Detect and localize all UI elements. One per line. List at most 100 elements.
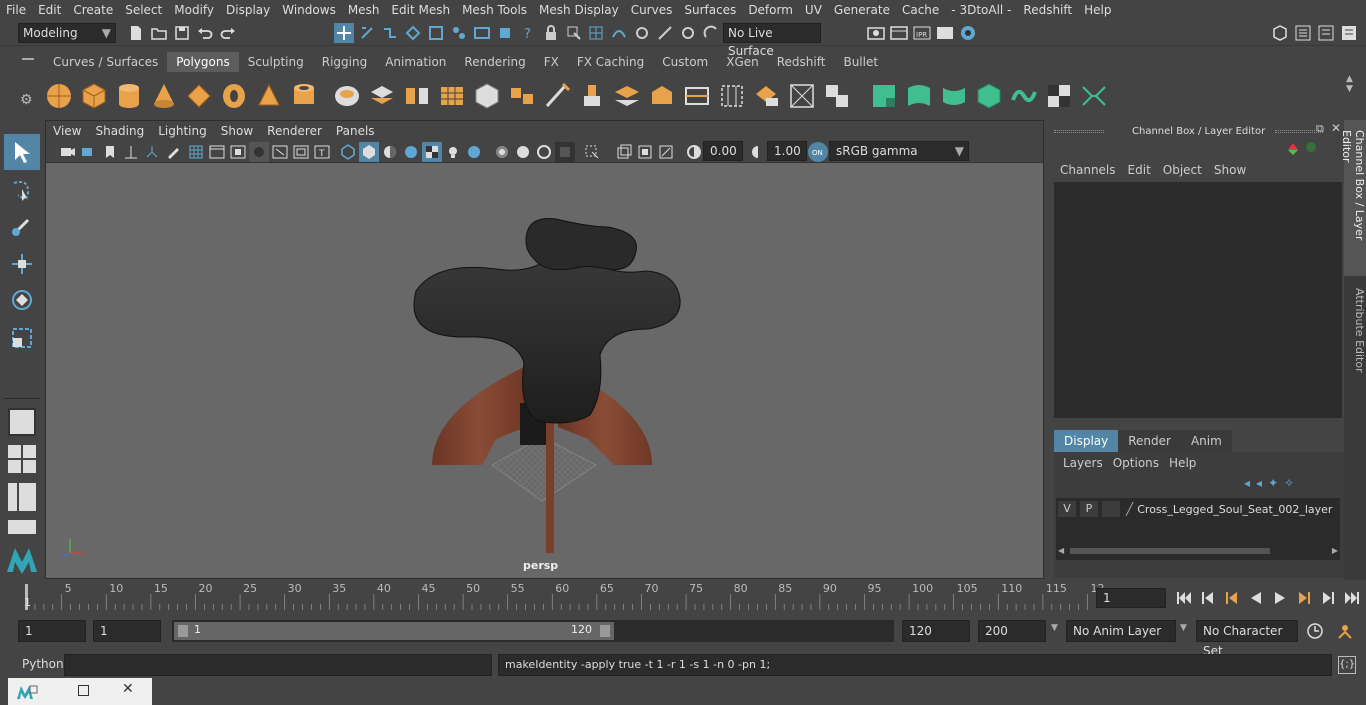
menu-deform[interactable]: Deform bbox=[742, 0, 799, 20]
uv-spherical-icon[interactable] bbox=[939, 79, 969, 113]
scale-tool-icon[interactable] bbox=[6, 322, 38, 354]
layer-scrollbar[interactable]: ◀ ▶ bbox=[1058, 546, 1338, 556]
multi-cut-icon[interactable] bbox=[542, 79, 572, 113]
step-back-key-icon[interactable] bbox=[1198, 588, 1218, 608]
camera-select-icon[interactable] bbox=[58, 142, 78, 162]
scene-end-field[interactable]: 200 bbox=[978, 620, 1046, 642]
combine-icon[interactable] bbox=[332, 79, 362, 113]
viewport-menu-view[interactable]: View bbox=[46, 121, 88, 141]
gate-mask-icon[interactable] bbox=[249, 142, 269, 162]
mirror-icon[interactable] bbox=[402, 79, 432, 113]
layer-menu-help[interactable]: Help bbox=[1164, 452, 1201, 474]
poly-cube-icon[interactable] bbox=[79, 79, 109, 113]
pick-walk-icon[interactable] bbox=[564, 23, 584, 43]
menu-cache[interactable]: Cache bbox=[896, 0, 945, 20]
menu-windows[interactable]: Windows bbox=[276, 0, 342, 20]
make-live-icon[interactable] bbox=[701, 23, 721, 43]
maximize-icon[interactable] bbox=[78, 685, 89, 696]
chevron-down-icon[interactable]: ▼ bbox=[1180, 623, 1187, 633]
shelf-tab-bullet[interactable]: Bullet bbox=[834, 52, 887, 72]
anim-layer-dropdown[interactable]: No Anim Layer bbox=[1066, 620, 1176, 642]
target-weld-icon[interactable] bbox=[787, 79, 817, 113]
shelf-tab-custom[interactable]: Custom bbox=[653, 52, 717, 72]
script-editor-icon[interactable]: {;} bbox=[1338, 656, 1356, 674]
smooth-icon[interactable] bbox=[437, 79, 467, 113]
shelf-tab-rendering[interactable]: Rendering bbox=[455, 52, 534, 72]
exposure-icon[interactable] bbox=[684, 142, 704, 162]
render-frame-icon[interactable] bbox=[889, 23, 909, 43]
chevron-down-icon[interactable]: ▼ bbox=[1346, 84, 1360, 94]
isolate-select-icon[interactable] bbox=[582, 142, 602, 162]
image-plane-icon[interactable] bbox=[121, 142, 141, 162]
time-slider[interactable]: 1 5 10 15 20 25 30 35 40 45 50 55 60 65 70 75 80 85 90 95 1… bbox=[18, 582, 1104, 612]
menu-display[interactable]: Display bbox=[220, 0, 276, 20]
select-tool-icon[interactable] bbox=[4, 134, 40, 170]
outliner-layout-icon[interactable] bbox=[8, 520, 36, 534]
gamma-icon[interactable] bbox=[748, 142, 768, 162]
modeling-toolkit-icon[interactable] bbox=[1270, 23, 1290, 43]
menu-edit[interactable]: Edit bbox=[32, 0, 67, 20]
resolution-gate-icon[interactable] bbox=[228, 142, 248, 162]
field-chart-icon[interactable] bbox=[270, 142, 290, 162]
lasso-tool-icon[interactable] bbox=[6, 175, 38, 207]
viewport-canvas[interactable]: persp bbox=[46, 163, 1043, 578]
menu-curves[interactable]: Curves bbox=[625, 0, 679, 20]
hypershade-icon[interactable] bbox=[958, 23, 978, 43]
multisample-icon[interactable] bbox=[534, 142, 554, 162]
channelbox-menu-show[interactable]: Show bbox=[1208, 160, 1252, 180]
bridge-icon[interactable] bbox=[612, 79, 642, 113]
command-language-label[interactable]: Python bbox=[22, 657, 64, 671]
range-slider-track[interactable]: 1 120 bbox=[172, 620, 894, 642]
shadows-icon[interactable] bbox=[464, 142, 484, 162]
range-slider-handle[interactable]: 1 120 bbox=[174, 622, 614, 640]
snap-grid-icon[interactable] bbox=[586, 23, 606, 43]
poly-prism-icon[interactable] bbox=[254, 79, 284, 113]
shelf-tab-fx-caching[interactable]: FX Caching bbox=[568, 52, 653, 72]
side-tab-channel-box[interactable]: Channel Box / Layer Editor bbox=[1340, 120, 1366, 276]
smooth-shade-icon[interactable] bbox=[359, 142, 379, 162]
menu-mesh-tools[interactable]: Mesh Tools bbox=[456, 0, 533, 20]
separate-icon[interactable] bbox=[367, 79, 397, 113]
viewport-menu-panels[interactable]: Panels bbox=[329, 121, 382, 141]
color-management-icon[interactable]: ON bbox=[808, 142, 828, 162]
key-icon[interactable] bbox=[1286, 142, 1300, 159]
menu-mesh-display[interactable]: Mesh Display bbox=[533, 0, 625, 20]
layer-playback-toggle[interactable]: P bbox=[1080, 501, 1098, 517]
menu-select[interactable]: Select bbox=[119, 0, 168, 20]
layer-tab-render[interactable]: Render bbox=[1118, 430, 1181, 452]
step-back-frame-icon[interactable] bbox=[1222, 588, 1242, 608]
menu-help[interactable]: Help bbox=[1078, 0, 1117, 20]
menu-edit-mesh[interactable]: Edit Mesh bbox=[385, 0, 456, 20]
layer-menu-layers[interactable]: Layers bbox=[1058, 452, 1108, 474]
uv-unfold-icon[interactable] bbox=[1009, 79, 1039, 113]
step-forward-frame-icon[interactable] bbox=[1294, 588, 1314, 608]
maya-window-icon[interactable] bbox=[16, 684, 38, 703]
bookmark-icon[interactable] bbox=[100, 142, 120, 162]
snap-surface-icon[interactable] bbox=[678, 23, 698, 43]
select-uv-icon[interactable] bbox=[472, 23, 492, 43]
channelbox-menu-edit[interactable]: Edit bbox=[1122, 160, 1157, 180]
menu-create[interactable]: Create bbox=[67, 0, 119, 20]
reduce-icon[interactable] bbox=[472, 79, 502, 113]
playback-end-field[interactable]: 120 bbox=[902, 620, 970, 642]
menu-mesh[interactable]: Mesh bbox=[342, 0, 386, 20]
new-layer-selected-icon[interactable]: ✧ bbox=[1284, 476, 1294, 490]
layer-menu-options[interactable]: Options bbox=[1108, 452, 1164, 474]
channelbox-menu-object[interactable]: Object bbox=[1157, 160, 1208, 180]
shelf-scroll[interactable]: ▲ ▼ bbox=[1346, 74, 1360, 114]
undo-icon[interactable] bbox=[195, 23, 215, 43]
poly-cone-icon[interactable] bbox=[149, 79, 179, 113]
tool-settings-icon[interactable] bbox=[1316, 23, 1336, 43]
menu-uv[interactable]: UV bbox=[799, 0, 828, 20]
xray-icon[interactable] bbox=[401, 142, 421, 162]
side-by-side-layout-icon[interactable] bbox=[8, 483, 36, 511]
new-layer-icon[interactable]: ✦ bbox=[1268, 476, 1278, 490]
redo-icon[interactable] bbox=[218, 23, 238, 43]
grid-axes-icon[interactable] bbox=[142, 142, 162, 162]
menu-modify[interactable]: Modify bbox=[168, 0, 220, 20]
exposure-field[interactable]: 0.00 bbox=[703, 141, 743, 161]
mode-dropdown[interactable]: Modeling ▼ bbox=[18, 23, 116, 43]
menu-redshift[interactable]: Redshift bbox=[1017, 0, 1078, 20]
motion-blur-icon[interactable] bbox=[513, 142, 533, 162]
append-polygon-icon[interactable] bbox=[752, 79, 782, 113]
